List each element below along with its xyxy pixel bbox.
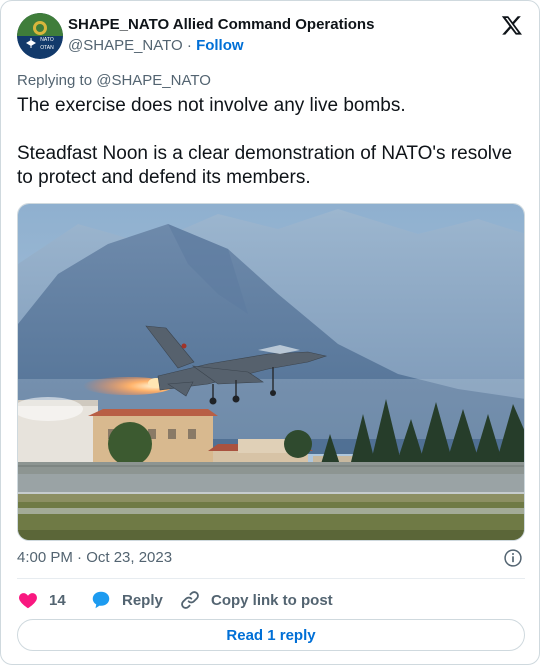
info-icon[interactable] [503,548,523,568]
f16-takeoff-photo [18,204,524,540]
author-name[interactable]: SHAPE_NATO Allied Command Operations [68,16,374,33]
divider [17,578,525,579]
follow-button[interactable]: Follow [196,37,244,54]
nato-shape-emblem: NATO OTAN [17,13,63,59]
tweet-photo[interactable] [17,203,525,541]
heart-icon [19,593,37,609]
read-replies-button[interactable]: Read 1 reply [17,619,525,651]
copy-link-button[interactable]: Copy link to post [179,588,333,612]
author-line: @SHAPE_NATO · Follow [68,37,244,54]
link-icon [181,591,199,609]
reply-label: Reply [122,591,163,609]
avatar-text-bottom: OTAN [40,45,54,51]
reply-bubble-icon [92,591,110,609]
like-count: 14 [49,591,66,609]
avatar[interactable]: NATO OTAN [17,13,63,59]
tweet-paragraph-1: The exercise does not involve any live b… [17,95,406,116]
reply-button[interactable]: Reply [90,588,163,612]
replying-to-text: Replying to @SHAPE_NATO [17,72,211,89]
avatar-text-top: NATO [40,37,54,43]
tweet-timestamp[interactable]: 4:00 PM · Oct 23, 2023 [17,549,172,566]
tweet-card: NATO OTAN SHAPE_NATO Allied Command Oper… [0,0,540,665]
author-handle[interactable]: @SHAPE_NATO [68,37,183,54]
x-logo-icon[interactable] [501,14,523,36]
tweet-text: The exercise does not involve any live b… [17,94,517,190]
copy-link-label: Copy link to post [211,591,333,609]
separator-dot: · [186,37,192,54]
tweet-paragraph-2: Steadfast Noon is a clear demonstration … [17,143,513,188]
like-button[interactable]: 14 [17,588,66,612]
